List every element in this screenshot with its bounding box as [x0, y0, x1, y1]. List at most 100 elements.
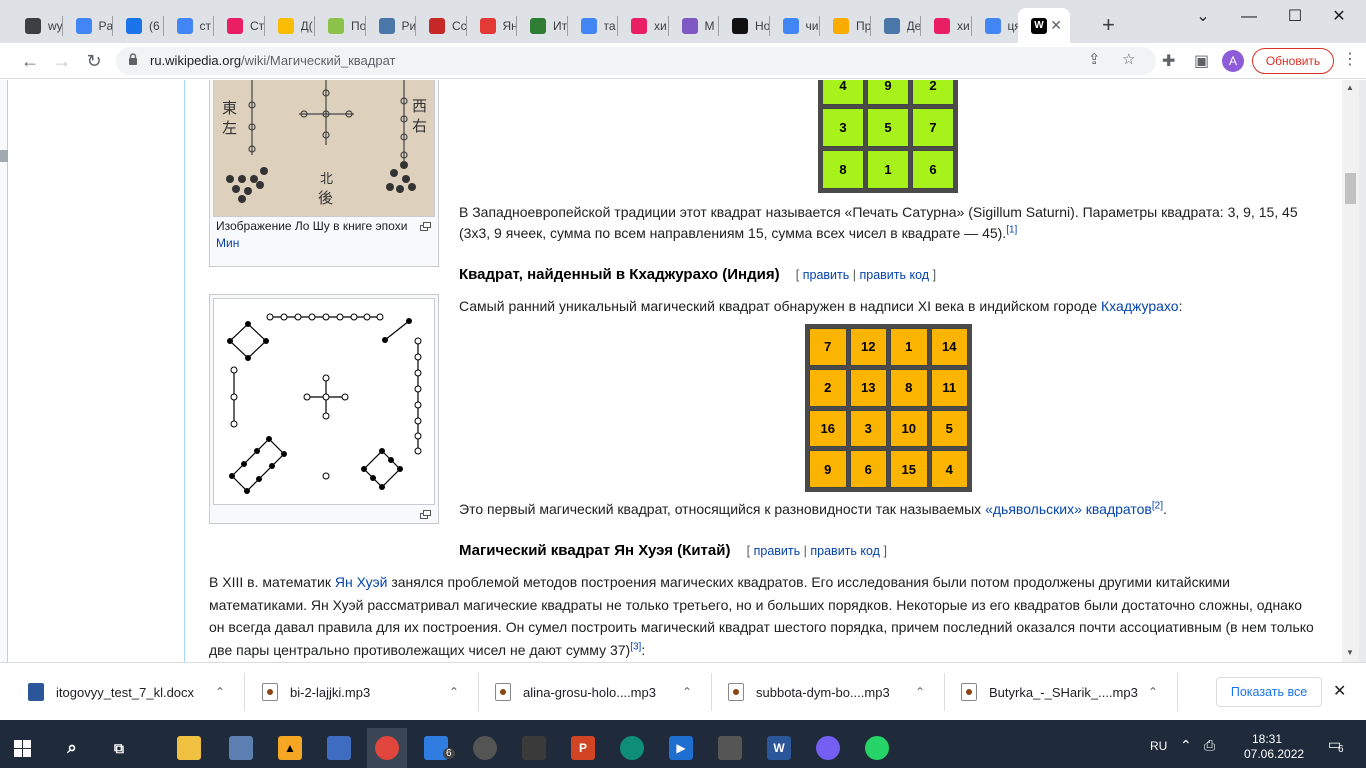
browser-tab[interactable]: (6	[113, 8, 163, 43]
download-item[interactable]: itogovyy_test_7_kl.docx ⌃	[28, 663, 244, 721]
download-options-chevron-icon[interactable]: ⌃	[449, 685, 459, 699]
browser-tab[interactable]: Пр	[820, 8, 870, 43]
minimize-button[interactable]: —	[1226, 4, 1272, 30]
maximize-button[interactable]: ☐	[1272, 4, 1318, 30]
reload-icon[interactable]: ↻	[81, 48, 107, 74]
browser-tab[interactable]: Pa	[63, 8, 113, 43]
tray-chevron-icon[interactable]: ⌃	[1180, 737, 1192, 754]
ref-1-link[interactable]: [1]	[1006, 224, 1017, 235]
app-icon[interactable]	[473, 736, 497, 760]
avast-icon[interactable]: ▲	[278, 736, 302, 760]
keyboard-icon[interactable]	[522, 736, 546, 760]
save-floppy-icon[interactable]	[327, 736, 351, 760]
calculator-icon[interactable]	[718, 736, 742, 760]
browser-tab[interactable]: Де	[871, 8, 921, 43]
tab-label: Ян	[502, 18, 517, 33]
edit-link[interactable]: править	[754, 544, 801, 558]
new-tab-button[interactable]: +	[1102, 14, 1115, 36]
browser-tab[interactable]: та	[568, 8, 618, 43]
show-all-downloads-button[interactable]: Показать все	[1216, 677, 1322, 707]
browser-tab[interactable]: Ри	[366, 8, 416, 43]
tab-search-button[interactable]: ⌄	[1180, 4, 1226, 30]
photos-icon[interactable]	[229, 736, 253, 760]
magnify-icon[interactable]	[420, 222, 431, 231]
powerpoint-icon[interactable]: P	[571, 736, 595, 760]
task-view-icon[interactable]: ⧉	[107, 736, 131, 760]
download-item[interactable]: Butyrka_-_SHarik_....mp3 ⌃	[961, 663, 1177, 721]
ref-3-link[interactable]: [3]	[630, 641, 641, 652]
edit-code-link[interactable]: править код	[859, 268, 929, 282]
close-window-button[interactable]: ✕	[1316, 4, 1362, 30]
download-options-chevron-icon[interactable]: ⌃	[915, 685, 925, 699]
edit-link[interactable]: править	[803, 268, 850, 282]
browser-tab[interactable]: Ит	[517, 8, 567, 43]
browser-tab[interactable]: Сс	[416, 8, 466, 43]
windows-start-icon[interactable]	[14, 740, 31, 757]
browser-tab[interactable]: По	[315, 8, 365, 43]
lo-shu-char: 右	[412, 117, 427, 135]
magnify-icon[interactable]	[420, 510, 431, 519]
wikipedia-icon: W	[1031, 17, 1047, 34]
whatsapp-icon[interactable]	[865, 736, 889, 760]
download-options-chevron-icon[interactable]: ⌃	[1148, 685, 1158, 699]
lo-shu-image[interactable]: 東 左 西 右 北 後	[213, 80, 435, 217]
browser-tab[interactable]: wy	[12, 8, 62, 43]
close-download-shelf-icon[interactable]: ✕	[1333, 681, 1346, 701]
download-item[interactable]: alina-grosu-holo....mp3 ⌃	[495, 663, 711, 721]
square-cell: 12	[849, 328, 887, 366]
heading-yang-hui: Магический квадрат Ян Хуэя (Китай) [ пра…	[459, 542, 887, 559]
browser-tab[interactable]: WW✕	[1018, 8, 1070, 43]
tray-device-icon[interactable]: ⎙	[1204, 737, 1215, 754]
browser-tab[interactable]: Д(	[265, 8, 315, 43]
browser-tab[interactable]: хи	[921, 8, 971, 43]
address-bar[interactable]: ru.wikipedia.org/wiki/Магический_квадрат…	[116, 47, 1156, 75]
square-cell: 5	[930, 409, 968, 448]
menu-kebab-icon[interactable]: ⋮	[1342, 49, 1358, 69]
vertical-scrollbar[interactable]: ▲ ▼	[1342, 80, 1359, 662]
viber-icon[interactable]	[816, 736, 840, 760]
update-button[interactable]: Обновить	[1252, 48, 1334, 74]
download-options-chevron-icon[interactable]: ⌃	[215, 685, 225, 699]
browser-tab[interactable]: хи	[618, 8, 668, 43]
share-icon[interactable]: ⇪	[1088, 50, 1101, 68]
yang-hui-link[interactable]: Ян Хуэй	[335, 574, 388, 590]
download-item[interactable]: subbota-dym-bo....mp3 ⌃	[728, 663, 944, 721]
tab-label: Д(	[300, 18, 313, 33]
back-icon[interactable]: ←	[17, 48, 43, 74]
bookmark-star-icon[interactable]: ☆	[1122, 50, 1135, 68]
language-indicator[interactable]: RU	[1150, 739, 1167, 753]
ref-2-link[interactable]: [2]	[1152, 500, 1163, 511]
article-content: 東 左 西 右 北 後 Изображение Ло Шу в книге эп…	[184, 80, 1342, 662]
khajuraho-link[interactable]: Кхаджурахо	[1101, 298, 1179, 314]
download-options-chevron-icon[interactable]: ⌃	[682, 685, 692, 699]
video-player-icon[interactable]: ▶	[669, 736, 693, 760]
browser-tab[interactable]: М	[669, 8, 719, 43]
scrollbar-thumb[interactable]	[1345, 173, 1356, 204]
browser-tab[interactable]: Ст	[214, 8, 264, 43]
download-item[interactable]: bi-2-lajjki.mp3 ⌃	[262, 663, 478, 721]
search-icon[interactable]: ⌕	[60, 736, 84, 760]
edit-code-link[interactable]: править код	[810, 544, 880, 558]
extensions-icon[interactable]: ✚	[1162, 51, 1175, 71]
chrome-icon[interactable]	[375, 736, 399, 760]
profile-avatar[interactable]: A	[1222, 50, 1244, 72]
browser-tab[interactable]: чи	[770, 8, 820, 43]
edge-icon[interactable]	[620, 736, 644, 760]
square-cell: 9	[809, 450, 847, 488]
file-explorer-icon[interactable]	[177, 736, 201, 760]
word-icon[interactable]: W	[767, 736, 791, 760]
square-cell: 11	[930, 368, 968, 407]
devil-squares-link[interactable]: «дьявольских» квадратов	[985, 501, 1152, 517]
sidepanel-icon[interactable]: ▣	[1194, 51, 1209, 71]
tab-label: Ри	[401, 18, 416, 33]
browser-tab[interactable]: Ян	[467, 8, 517, 43]
browser-tab[interactable]: Но	[719, 8, 769, 43]
browser-tab[interactable]: ст	[164, 8, 214, 43]
tab-label: Pa	[98, 18, 113, 33]
forward-icon[interactable]: →	[49, 48, 75, 74]
close-tab-icon[interactable]: ✕	[1050, 17, 1062, 34]
khajuraho-image[interactable]	[213, 298, 435, 505]
clock[interactable]: 18:31 07.06.2022	[1244, 732, 1304, 762]
ming-link[interactable]: Мин	[216, 236, 239, 250]
browser-tab[interactable]: ця	[972, 8, 1022, 43]
